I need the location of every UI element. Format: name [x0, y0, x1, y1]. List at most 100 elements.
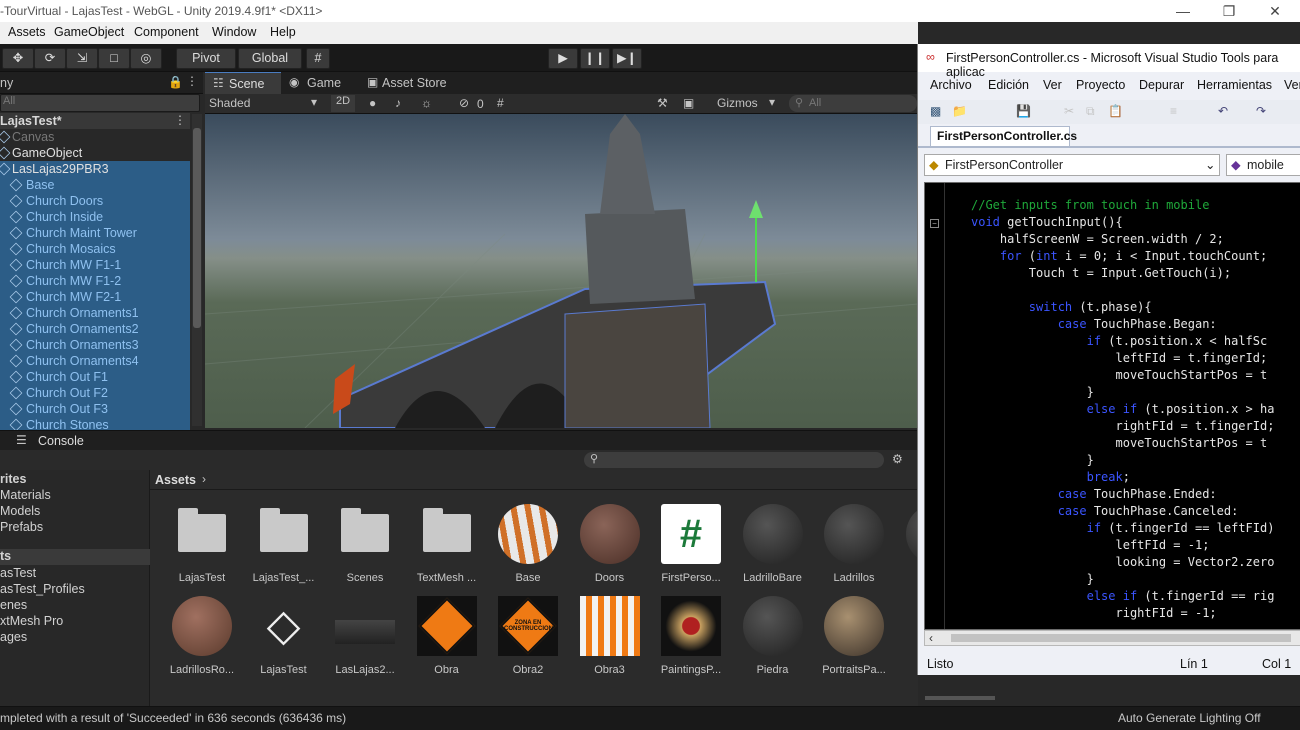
hierarchy-item[interactable]: Church Mosaics [0, 241, 190, 257]
hierarchy-item[interactable]: Base [0, 177, 190, 193]
undo-icon[interactable]: ↶ [1218, 104, 1228, 118]
folder-lajastest[interactable]: asTest [0, 566, 36, 580]
asset-tile[interactable]: Base [488, 502, 568, 590]
asset-tile[interactable]: Obra [407, 594, 487, 682]
shading-dropdown[interactable]: Shaded ▾ [205, 95, 325, 112]
asset-tile[interactable]: ◇ LajasTest [244, 594, 324, 682]
asset-tile[interactable]: Doors [570, 502, 650, 590]
menu-dots-icon[interactable]: ⋮ [186, 74, 198, 88]
close-icon[interactable]: ✕ [1252, 0, 1298, 22]
vs-file-tab[interactable]: FirstPersonController.cs [930, 126, 1077, 146]
hierarchy-item[interactable]: Church MW F1-1 [0, 257, 190, 273]
asset-tile[interactable]: LajasTest_... [244, 502, 324, 590]
asset-tile[interactable]: LadrillosRo... [162, 594, 242, 682]
vs-menu-proyecto[interactable]: Proyecto [1076, 78, 1125, 92]
scroll-left-icon[interactable]: ‹ [929, 631, 933, 645]
asset-tile[interactable]: LasLajas2... [325, 594, 405, 682]
folder-favorites[interactable]: rites [0, 472, 26, 486]
vs-menu-archivo[interactable]: Archivo [930, 78, 972, 92]
move-tool-icon[interactable]: ✥ [2, 48, 34, 69]
scene-search-input[interactable]: ⚲ All [789, 95, 917, 112]
asset-tile[interactable]: PortraitsPa... [814, 594, 894, 682]
asset-tile[interactable]: Piedra [733, 594, 813, 682]
asset-tile[interactable]: LajasTest [162, 502, 242, 590]
folder-models[interactable]: Models [0, 504, 40, 518]
rect-tool-icon[interactable]: □ [98, 48, 130, 69]
lighting-toggle-icon[interactable]: ● [369, 96, 376, 110]
scale-tool-icon[interactable]: ⇲ [66, 48, 98, 69]
tools-icon[interactable]: ⚒ [657, 96, 668, 110]
class-combo[interactable]: ◆ FirstPersonController ⌄ [924, 154, 1220, 176]
save-icon[interactable]: 💾 [1016, 104, 1031, 118]
hierarchy-item[interactable]: Canvas [0, 129, 190, 145]
pause-button[interactable]: ❙❙ [580, 48, 610, 69]
menu-window[interactable]: Window [212, 25, 256, 39]
scene-viewport[interactable] [205, 114, 918, 428]
menu-gameobject[interactable]: GameObject [54, 25, 124, 39]
folder-lajastest-profiles[interactable]: asTest_Profiles [0, 582, 85, 596]
folder-textmesh[interactable]: xtMesh Pro [0, 614, 63, 628]
open-folder-icon[interactable]: 📁 [952, 104, 967, 118]
indent-icon[interactable]: ≡ [1170, 104, 1177, 118]
hierarchy-scrollbar[interactable] [192, 114, 202, 426]
new-project-icon[interactable]: ▩ [930, 104, 941, 118]
hierarchy-item[interactable]: Church Out F2 [0, 385, 190, 401]
menu-help[interactable]: Help [270, 25, 296, 39]
hierarchy-item[interactable]: Church Maint Tower [0, 225, 190, 241]
code-hscrollbar[interactable]: ‹ [924, 630, 1300, 646]
folder-assets[interactable]: ts [0, 549, 150, 565]
hierarchy-item[interactable]: Church Doors [0, 193, 190, 209]
folder-prefabs[interactable]: Prefabs [0, 520, 43, 534]
hierarchy-item[interactable]: Church Ornaments2 [0, 321, 190, 337]
asset-tile[interactable]: # FirstPerso... [651, 502, 731, 590]
2d-toggle[interactable]: 2D [331, 95, 355, 112]
project-search-input[interactable]: ⚲ [584, 452, 884, 468]
menu-component[interactable]: Component [134, 25, 199, 39]
hierarchy-item[interactable]: Church Inside [0, 209, 190, 225]
minimize-icon[interactable]: — [1160, 0, 1206, 22]
hierarchy-item[interactable]: GameObject [0, 145, 190, 161]
hierarchy-tab[interactable]: ny [0, 76, 13, 90]
redo-icon[interactable]: ↷ [1256, 104, 1266, 118]
hierarchy-item[interactable]: Church Ornaments3 [0, 337, 190, 353]
rotate-tool-icon[interactable]: ⟳ [34, 48, 66, 69]
hierarchy-item[interactable]: LasLajas29PBR3 [0, 161, 190, 177]
hierarchy-item[interactable]: Church Out F1 [0, 369, 190, 385]
scrollbar-thumb[interactable] [193, 128, 201, 328]
menu-assets[interactable]: Assets [8, 25, 46, 39]
asset-tile[interactable]: Scenes [325, 502, 405, 590]
asset-tile[interactable]: ZONA EN CONSTRUCCION Obra2 [488, 594, 568, 682]
grid-snap-icon[interactable]: # [306, 48, 330, 69]
folder-scenes[interactable]: enes [0, 598, 27, 612]
vs-menu-ver[interactable]: Ver [1043, 78, 1062, 92]
pivot-button[interactable]: Pivot [176, 48, 236, 69]
vs-menu-depurar[interactable]: Depurar [1139, 78, 1184, 92]
asset-tile[interactable]: Ladrillos [814, 502, 894, 590]
camera-icon[interactable]: ▣ [683, 96, 694, 110]
member-combo[interactable]: ◆ mobile [1226, 154, 1300, 176]
filter-icon[interactable]: ⚙ [892, 452, 903, 466]
hierarchy-item[interactable]: Church MW F1-2 [0, 273, 190, 289]
asset-tile[interactable]: TextMesh ... [407, 502, 487, 590]
play-button[interactable]: ▶ [548, 48, 578, 69]
maximize-icon[interactable]: ❐ [1206, 0, 1252, 22]
cut-icon[interactable]: ✂ [1064, 104, 1074, 118]
hierarchy-item[interactable]: Church MW F2-1 [0, 289, 190, 305]
paste-icon[interactable]: 📋 [1108, 104, 1123, 118]
hierarchy-item[interactable]: Church Out F3 [0, 401, 190, 417]
hierarchy-search-input[interactable]: All [0, 94, 200, 112]
zoom-slider[interactable] [925, 696, 995, 700]
vs-menu-edicion[interactable]: Edición [988, 78, 1029, 92]
folder-materials[interactable]: Materials [0, 488, 51, 502]
audio-toggle-icon[interactable]: ♪ [395, 96, 401, 110]
hidden-objects-icon[interactable]: ⊘ [459, 96, 469, 110]
asset-tile[interactable]: PaintingsP... [651, 594, 731, 682]
hscroll-thumb[interactable] [951, 634, 1291, 642]
asset-tile[interactable]: LadrilloBare [733, 502, 813, 590]
global-button[interactable]: Global [238, 48, 302, 69]
tab-scene[interactable]: ☷ Scene [205, 72, 281, 94]
vs-menu-herramientas[interactable]: Herramientas [1197, 78, 1272, 92]
vs-menu-ver2[interactable]: Ver [1284, 78, 1300, 92]
folder-packages[interactable]: ages [0, 630, 27, 644]
custom-tool-icon[interactable] [162, 48, 172, 69]
